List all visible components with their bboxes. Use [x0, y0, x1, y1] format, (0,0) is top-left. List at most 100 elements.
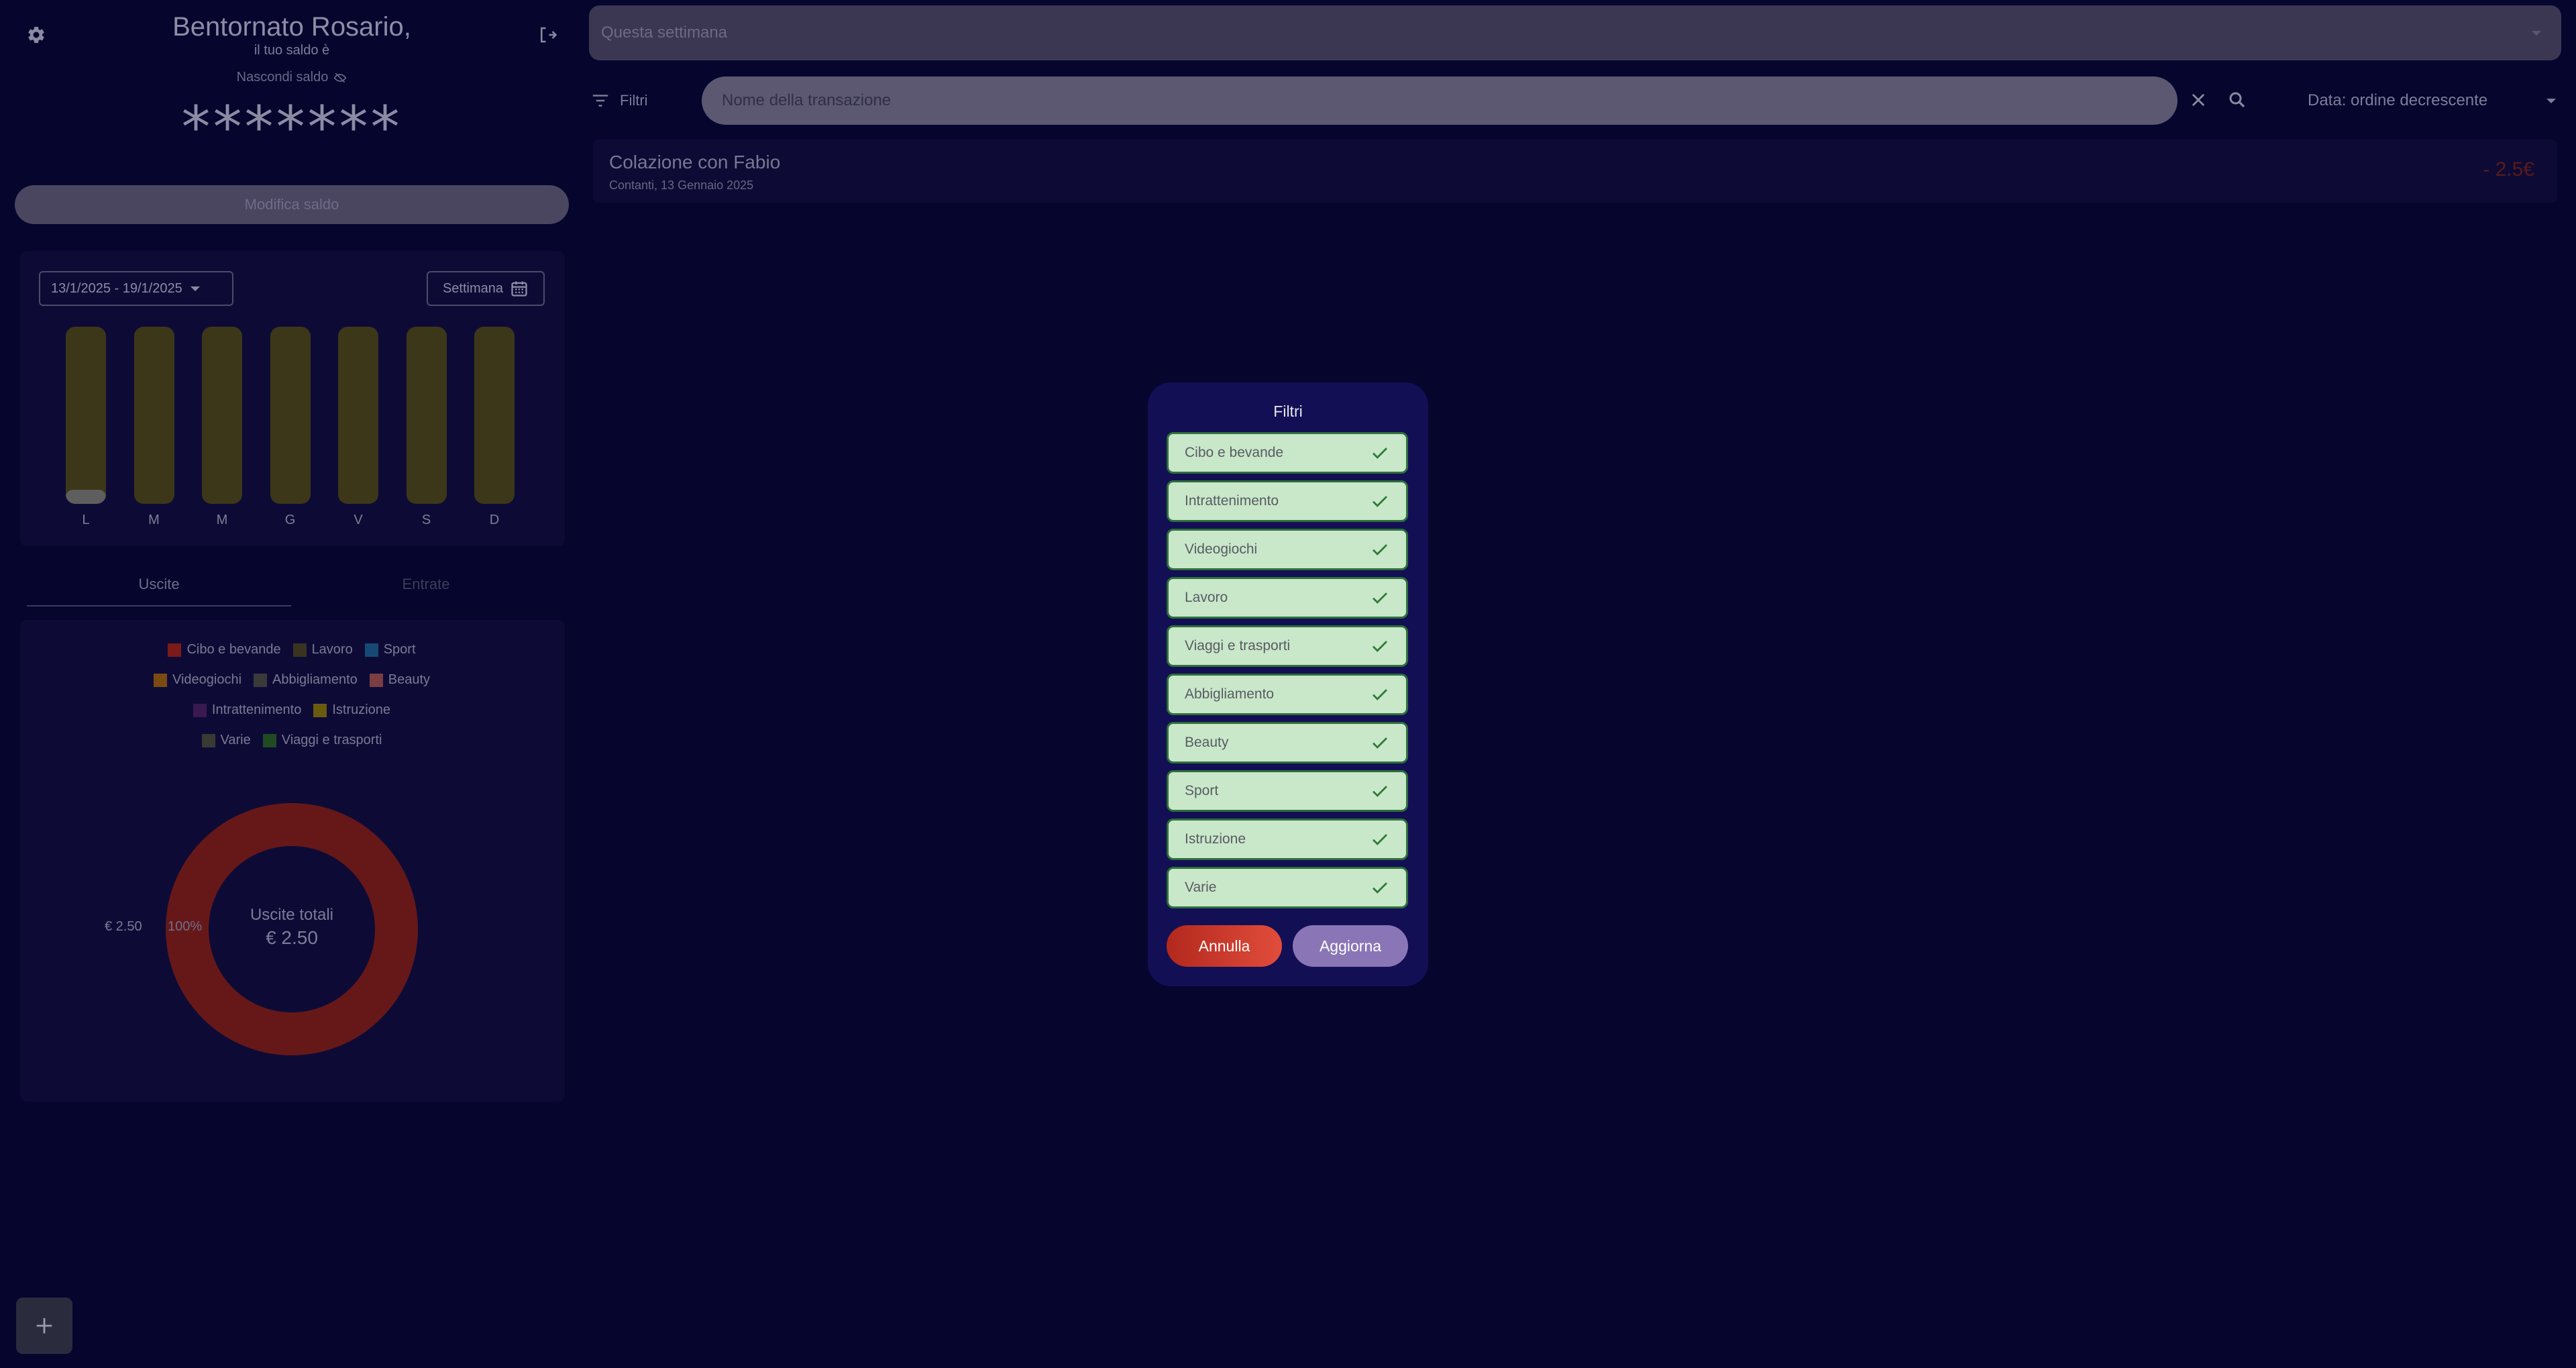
date-range-select[interactable]: 13/1/2025 - 19/1/2025 [39, 271, 233, 306]
filter-option[interactable]: Viaggi e trasporti [1167, 625, 1408, 667]
filter-option[interactable]: Intrattenimento [1167, 480, 1408, 522]
legend-swatch [364, 643, 378, 657]
filter-option-label: Beauty [1185, 735, 1229, 750]
filter-option[interactable]: Cibo e bevande [1167, 432, 1408, 474]
legend-label: Lavoro [311, 642, 353, 657]
legend-swatch [193, 703, 207, 717]
weekly-bar-label: G [284, 513, 296, 527]
legend-label: Videogiochi [172, 672, 242, 687]
donut-percent-label: 100% [168, 919, 203, 934]
filter-icon [592, 95, 608, 107]
filter-option-label: Istruzione [1185, 831, 1246, 847]
clear-search-button[interactable] [2186, 87, 2211, 113]
donut-center-title: Uscite totali [250, 906, 334, 924]
legend-item[interactable]: Lavoro [292, 642, 353, 657]
legend-label: Sport [383, 642, 416, 657]
weekly-bar-fill [66, 489, 106, 504]
weekly-bar [406, 327, 447, 504]
legend-item[interactable]: Cibo e bevande [168, 642, 281, 657]
legend-item[interactable]: Beauty [369, 672, 431, 688]
weekly-bar-label: V [354, 513, 363, 527]
weekly-bar [474, 327, 515, 504]
sort-select[interactable]: Data: ordine decrescente [2308, 87, 2556, 114]
filter-option-label: Intrattenimento [1185, 493, 1279, 509]
legend-row: Intrattenimento Istruzione [20, 702, 564, 718]
filter-option[interactable]: Varie [1167, 867, 1408, 908]
legend-item[interactable]: Varie [201, 733, 251, 748]
add-transaction-button[interactable] [16, 1298, 72, 1354]
cancel-button[interactable]: Annulla [1167, 925, 1282, 967]
check-icon [1373, 641, 1387, 652]
transaction-meta: Contanti, 13 Gennaio 2025 [609, 178, 754, 192]
legend-item[interactable]: Sport [364, 642, 416, 657]
legend-label: Viaggi e trasporti [281, 733, 382, 747]
close-icon [2192, 93, 2205, 107]
tab-entrate[interactable]: Entrate [294, 576, 558, 605]
legend-item[interactable]: Videogiochi [153, 672, 242, 688]
filter-option[interactable]: Beauty [1167, 722, 1408, 764]
weekly-bar [133, 327, 174, 504]
legend-label: Varie [220, 733, 251, 747]
filters-modal: Filtri Cibo e bevande Intrattenimento Vide… [1148, 382, 1428, 986]
weekly-bar-label: L [82, 513, 90, 527]
period-select-value: Questa settimana [601, 23, 728, 42]
filters-button[interactable]: Filtri [590, 89, 648, 113]
filter-option-label: Cibo e bevande [1185, 445, 1284, 460]
legend-item[interactable]: Istruzione [313, 702, 390, 718]
check-icon [1373, 786, 1387, 797]
filter-option[interactable]: Sport [1167, 770, 1408, 812]
legend-swatch [262, 733, 276, 747]
legend-row: Cibo e bevande Lavoro Sport [20, 642, 564, 657]
transaction-row[interactable]: Colazione con Fabio Contanti, 13 Gennaio… [593, 140, 2557, 203]
update-button[interactable]: Aggiorna [1293, 925, 1408, 967]
tab-uscite[interactable]: Uscite [27, 576, 291, 607]
legend-label: Abbigliamento [272, 672, 358, 687]
weekly-bar [66, 327, 106, 504]
legend-label: Intrattenimento [211, 702, 302, 717]
check-icon [1373, 448, 1387, 459]
search-button[interactable] [2224, 87, 2250, 113]
chevron-down-icon [2532, 31, 2541, 36]
filter-option[interactable]: Lavoro [1167, 577, 1408, 619]
filter-option[interactable]: Abbigliamento [1167, 674, 1408, 715]
period-picker-button[interactable]: Settimana [427, 271, 545, 306]
filter-option-label: Varie [1185, 880, 1217, 895]
weekly-bar [202, 327, 242, 504]
legend-item[interactable]: Abbigliamento [254, 672, 358, 688]
legend-swatch [254, 673, 268, 687]
search-input[interactable]: Nome della transazione [702, 76, 2178, 125]
legend-swatch [292, 643, 307, 657]
check-icon [1373, 882, 1387, 894]
legend-swatch [153, 673, 167, 687]
weekly-bar [270, 327, 311, 504]
legend-row: Videogiochi Abbigliamento Beauty [20, 672, 564, 688]
filter-option-label: Lavoro [1185, 590, 1228, 605]
weekly-bar-label: S [421, 513, 431, 527]
weekly-bar [338, 327, 378, 504]
check-icon [1373, 689, 1387, 700]
eye-off-icon [334, 72, 347, 83]
period-select[interactable]: Questa settimana [589, 5, 2561, 60]
edit-balance-button[interactable]: Modifica saldo [15, 185, 569, 224]
plus-icon [36, 1318, 52, 1334]
legend-item[interactable]: Intrattenimento [193, 702, 301, 718]
legend-label: Beauty [388, 672, 431, 687]
sort-select-value: Data: ordine decrescente [2308, 91, 2488, 109]
chevron-down-icon [2546, 98, 2556, 103]
weekly-bar-label: M [148, 513, 160, 527]
filter-option[interactable]: Videogiochi [1167, 529, 1408, 570]
check-icon [1373, 834, 1387, 845]
check-icon [1373, 592, 1387, 604]
filters-label: Filtri [620, 92, 648, 109]
check-icon [1373, 496, 1387, 507]
weekly-bar-label: D [489, 513, 500, 527]
filter-option[interactable]: Istruzione [1167, 819, 1408, 860]
search-icon [2229, 92, 2245, 108]
filter-option-label: Videogiochi [1185, 541, 1258, 557]
legend-label: Istruzione [332, 702, 391, 717]
greeting-subtitle: il tuo saldo è [254, 43, 330, 58]
hide-balance-toggle[interactable]: Nascondi saldo [0, 70, 584, 85]
legend-item[interactable]: Viaggi e trasporti [262, 733, 382, 748]
period-picker-label: Settimana [442, 280, 504, 296]
legend-swatch [313, 703, 327, 717]
